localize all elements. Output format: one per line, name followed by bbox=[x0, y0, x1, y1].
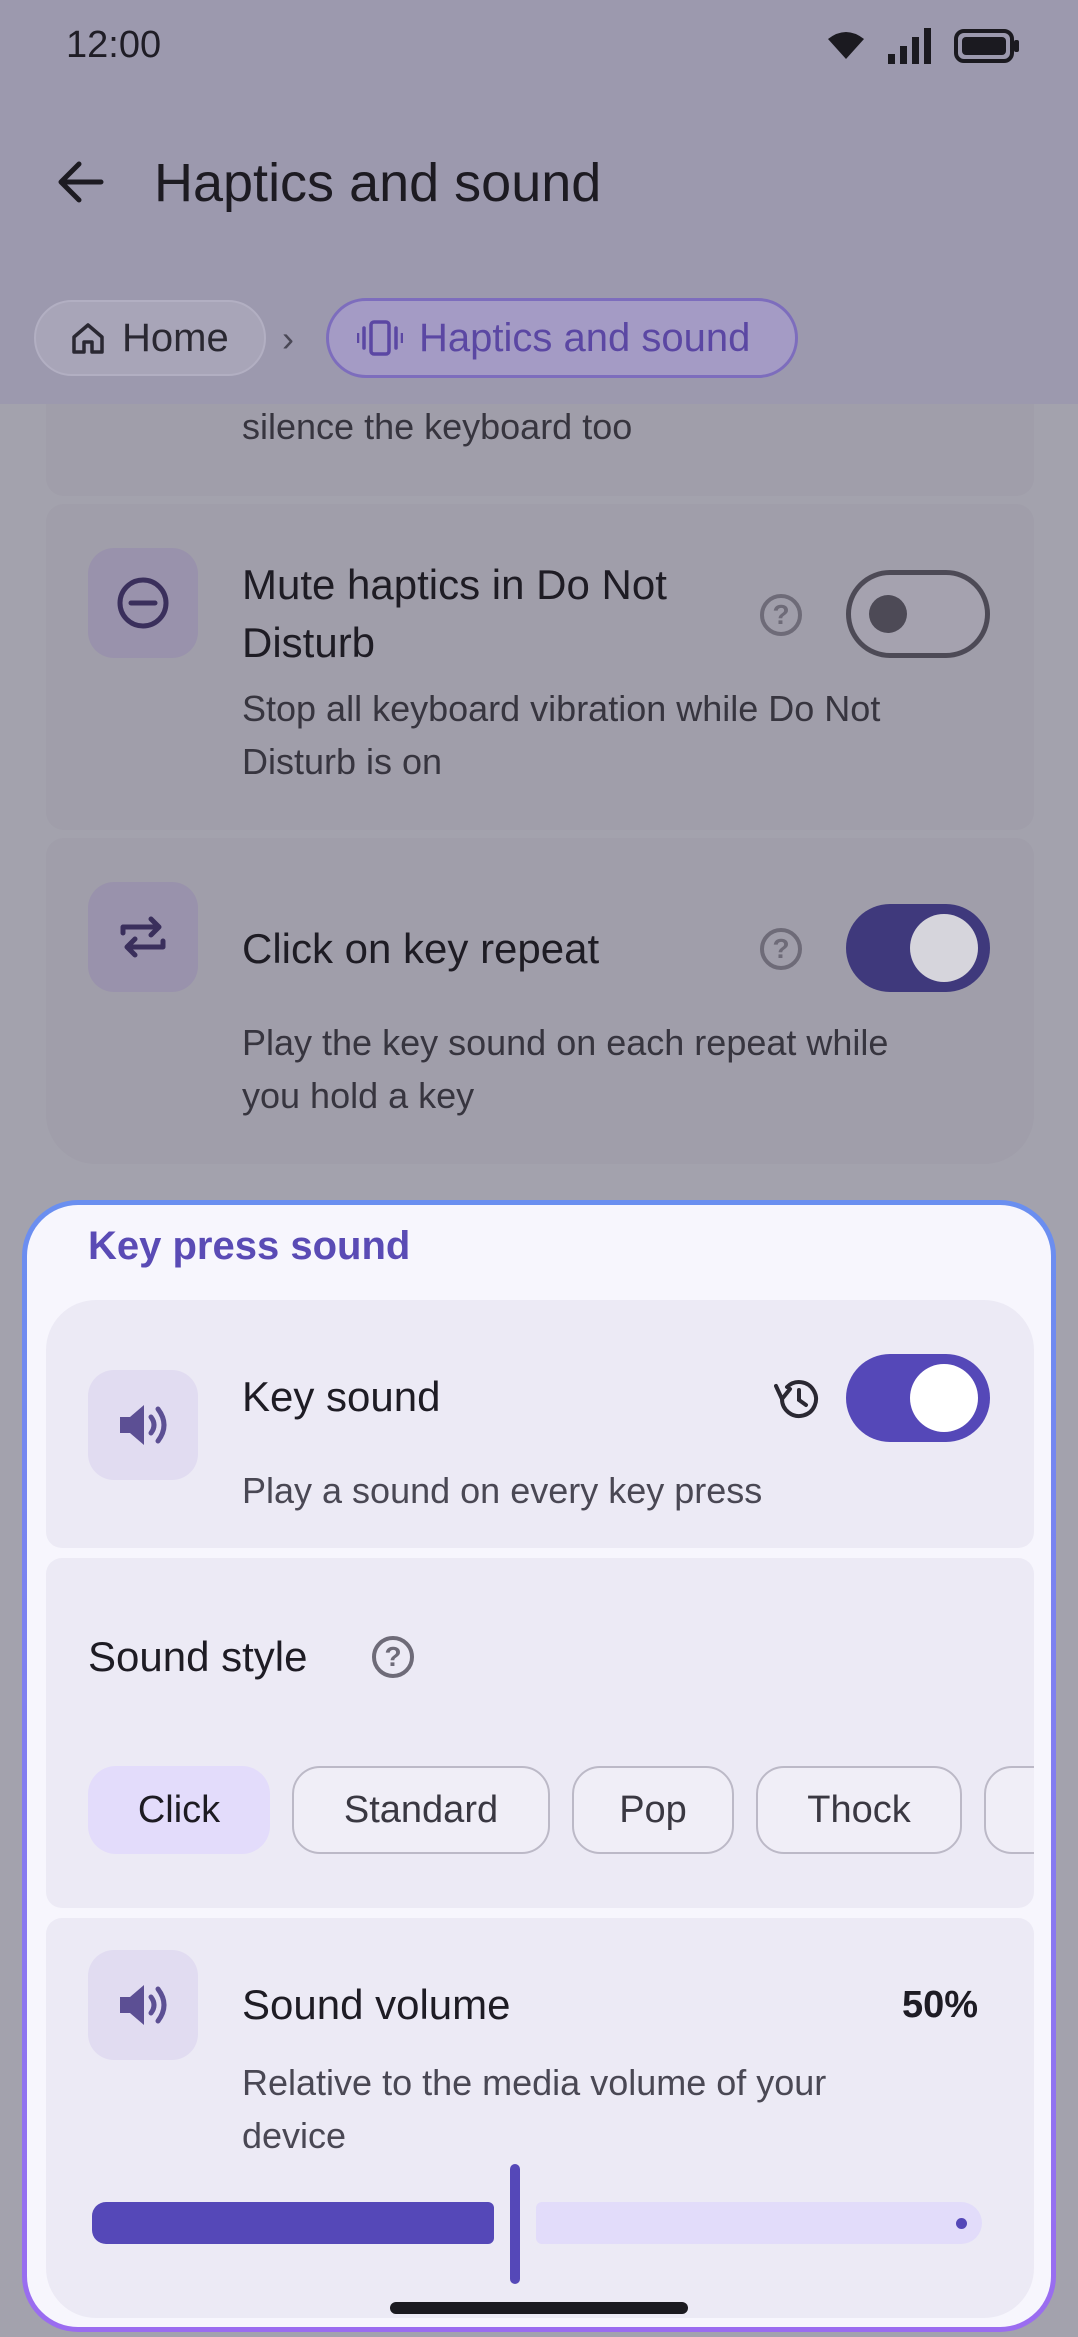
volume-slider-thumb[interactable] bbox=[510, 2164, 520, 2284]
chip-standard[interactable]: Standard bbox=[292, 1766, 550, 1854]
key-sound-toggle[interactable] bbox=[846, 1354, 990, 1442]
signal-icon bbox=[888, 28, 931, 64]
do-not-disturb-icon bbox=[117, 577, 169, 629]
repeat-icon bbox=[120, 916, 166, 958]
battery-icon bbox=[954, 29, 1019, 63]
breadcrumb-home[interactable]: Home bbox=[34, 300, 266, 376]
home-indicator[interactable] bbox=[390, 2302, 688, 2314]
history-icon bbox=[774, 1380, 818, 1419]
arrow-back-icon bbox=[58, 161, 104, 203]
breadcrumb-current-label: Haptics and sound bbox=[419, 315, 751, 360]
mute-haptics-card[interactable] bbox=[46, 504, 1034, 830]
click-on-key-repeat-toggle[interactable] bbox=[846, 904, 990, 992]
chip-click[interactable]: Click bbox=[88, 1766, 270, 1854]
mute-icon-tile bbox=[88, 548, 198, 658]
partial-setting-subtitle: silence the keyboard too bbox=[242, 406, 633, 447]
volume-slider-inactive-track[interactable] bbox=[536, 2202, 982, 2244]
volume-slider-stop-indicator bbox=[956, 2218, 967, 2229]
sound-style-chip-row: Click Standard Pop Thock C bbox=[46, 1766, 1034, 1858]
breadcrumb-separator: › bbox=[282, 318, 294, 359]
section-title: Key press sound bbox=[88, 1224, 411, 1268]
sound-volume-icon-tile bbox=[88, 1950, 198, 2060]
mute-haptics-help-icon[interactable]: ? bbox=[760, 594, 802, 636]
wifi-icon bbox=[828, 32, 864, 59]
chip-partial[interactable]: C bbox=[984, 1766, 1034, 1854]
page-title: Haptics and sound bbox=[154, 153, 602, 213]
sound-style-help-icon[interactable]: ? bbox=[372, 1636, 414, 1678]
home-icon bbox=[72, 323, 104, 354]
mute-haptics-title: Mute haptics in Do Not bbox=[242, 561, 667, 608]
speaker-icon bbox=[120, 1985, 167, 2025]
click-on-key-repeat-card[interactable] bbox=[46, 838, 1034, 1164]
click-on-key-repeat-help-icon[interactable]: ? bbox=[760, 928, 802, 970]
click-on-key-repeat-subtitle: Play the key sound on each repeat while bbox=[242, 1022, 889, 1063]
click-on-key-repeat-subtitle-line2: you hold a key bbox=[242, 1075, 475, 1116]
back-button[interactable] bbox=[44, 146, 116, 218]
mute-haptics-subtitle: Stop all keyboard vibration while Do Not bbox=[242, 688, 881, 729]
toggle-knob bbox=[910, 914, 978, 982]
sound-volume-subtitle: Relative to the media volume of your bbox=[242, 2062, 827, 2103]
sound-volume-title: Sound volume bbox=[242, 1981, 511, 2028]
volume-slider-active-track[interactable] bbox=[92, 2202, 494, 2244]
breadcrumb-home-label: Home bbox=[122, 315, 229, 360]
vibration-icon bbox=[357, 320, 403, 356]
key-sound-subtitle: Play a sound on every key press bbox=[242, 1470, 763, 1511]
sound-style-title: Sound style bbox=[88, 1633, 308, 1680]
mute-haptics-subtitle-line2: Disturb is on bbox=[242, 741, 443, 782]
speaker-icon bbox=[120, 1405, 167, 1445]
sound-volume-value: 50% bbox=[902, 1984, 979, 2026]
chip-pop[interactable]: Pop bbox=[572, 1766, 734, 1854]
repeat-icon-tile bbox=[88, 882, 198, 992]
reset-history-button[interactable] bbox=[774, 1376, 822, 1427]
mute-haptics-title-line2: Disturb bbox=[242, 619, 376, 666]
toggle-knob bbox=[910, 1364, 978, 1432]
sound-volume-subtitle-line2: device bbox=[242, 2115, 347, 2156]
click-on-key-repeat-title: Click on key repeat bbox=[242, 925, 600, 972]
status-icons bbox=[826, 28, 1020, 64]
key-sound-title: Key sound bbox=[242, 1373, 441, 1420]
mute-haptics-toggle[interactable] bbox=[846, 570, 990, 658]
status-time: 12:00 bbox=[66, 24, 162, 66]
key-sound-icon-tile bbox=[88, 1370, 198, 1480]
toggle-knob bbox=[869, 595, 907, 633]
chip-thock[interactable]: Thock bbox=[756, 1766, 962, 1854]
breadcrumb-current[interactable]: Haptics and sound bbox=[326, 298, 798, 378]
